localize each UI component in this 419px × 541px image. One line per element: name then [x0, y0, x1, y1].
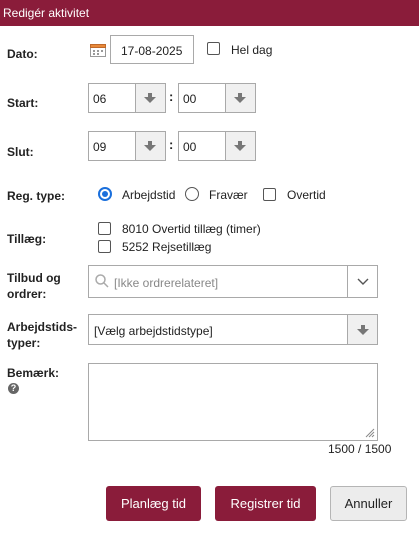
- date-input[interactable]: 17-08-2025: [110, 35, 194, 64]
- dialog-title: Redigér aktivitet: [3, 6, 90, 20]
- supplements-label: Tillæg:: [7, 232, 47, 246]
- start-hour-value: 06: [93, 92, 107, 106]
- orders-label-line2: ordrer:: [7, 287, 47, 301]
- end-minute-value: 00: [183, 140, 197, 154]
- all-day-label: Hel dag: [231, 43, 273, 57]
- date-label: Dato:: [7, 47, 38, 61]
- end-hour-dropdown-button[interactable]: [135, 132, 165, 160]
- cancel-button[interactable]: Annuller: [330, 486, 407, 521]
- start-minute-dropdown-button[interactable]: [225, 84, 255, 112]
- end-minute-spinner[interactable]: 00: [178, 131, 256, 161]
- end-hour-spinner[interactable]: 09: [88, 131, 166, 161]
- orders-dropdown-button[interactable]: [347, 266, 377, 297]
- orders-placeholder: [Ikke ordrerelateret]: [114, 276, 219, 290]
- help-icon[interactable]: ?: [8, 383, 19, 394]
- overtime-label: Overtid: [287, 188, 326, 202]
- supplement-label-8010: 8010 Overtid tillæg (timer): [122, 222, 261, 236]
- chevron-down-icon: [234, 141, 246, 151]
- worktime-types-dropdown-button[interactable]: [347, 315, 377, 344]
- register-time-button[interactable]: Registrer tid: [215, 486, 316, 521]
- plan-time-button[interactable]: Planlæg tid: [106, 486, 201, 521]
- date-value: 17-08-2025: [121, 44, 183, 58]
- end-label: Slut:: [7, 145, 34, 159]
- worktime-types-label-line2: typer:: [7, 336, 41, 350]
- chevron-down-icon: [144, 141, 156, 151]
- orders-select[interactable]: [Ikke ordrerelateret]: [88, 265, 378, 298]
- reg-type-label: Reg. type:: [7, 189, 66, 203]
- supplement-checkbox-8010[interactable]: [98, 222, 111, 235]
- remark-label: Bemærk:: [7, 366, 60, 380]
- worktime-types-value: [Vælg arbejdstidstype]: [94, 324, 213, 338]
- end-time-separator: :: [169, 137, 174, 152]
- all-day-checkbox[interactable]: [207, 42, 220, 55]
- resize-handle-icon[interactable]: [365, 428, 375, 438]
- chevron-down-icon: [357, 325, 369, 335]
- start-time-separator: :: [169, 89, 174, 104]
- start-minute-value: 00: [183, 92, 197, 106]
- reg-type-option-fravaer: Fravær: [209, 188, 248, 202]
- overtime-checkbox[interactable]: [263, 188, 276, 201]
- start-hour-dropdown-button[interactable]: [135, 84, 165, 112]
- end-hour-value: 09: [93, 140, 107, 154]
- search-icon: [95, 274, 109, 288]
- reg-type-radio-fravaer[interactable]: [185, 187, 199, 201]
- supplement-checkbox-5252[interactable]: [98, 240, 111, 253]
- worktime-types-select[interactable]: [Vælg arbejdstidstype]: [88, 314, 378, 345]
- supplement-label-5252: 5252 Rejsetillæg: [122, 240, 212, 254]
- start-hour-spinner[interactable]: 06: [88, 83, 166, 113]
- dialog-titlebar: Redigér aktivitet: [0, 0, 419, 26]
- chevron-down-icon: [357, 278, 369, 285]
- worktime-types-label-line1: Arbejdstids-: [7, 320, 78, 334]
- end-minute-dropdown-button[interactable]: [225, 132, 255, 160]
- start-minute-spinner[interactable]: 00: [178, 83, 256, 113]
- reg-type-radio-arbejdstid[interactable]: [98, 187, 112, 201]
- remark-char-counter: 1500 / 1500: [328, 442, 392, 456]
- orders-label-line1: Tilbud og: [7, 271, 61, 285]
- start-label: Start:: [7, 96, 39, 110]
- remark-textarea[interactable]: [88, 363, 378, 441]
- chevron-down-icon: [234, 93, 246, 103]
- reg-type-option-arbejdstid: Arbejdstid: [122, 188, 176, 202]
- chevron-down-icon: [144, 93, 156, 103]
- calendar-icon[interactable]: [90, 43, 106, 57]
